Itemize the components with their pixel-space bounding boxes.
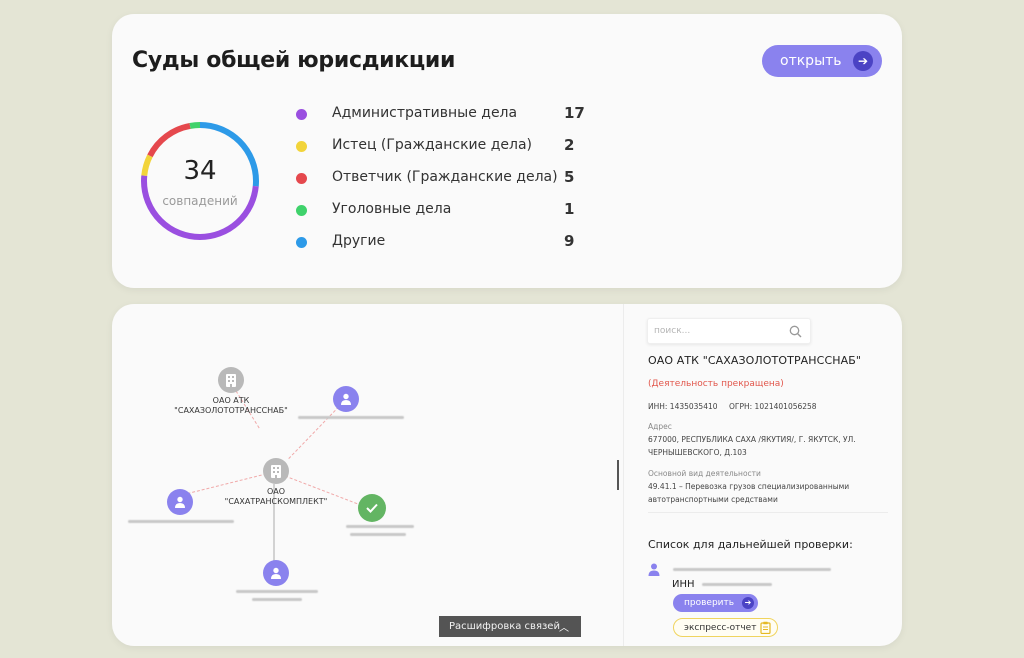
company-node-label: ОАО АТК "САХАЗОЛОТОТРАНССНАБ"	[174, 396, 288, 415]
check-icon	[366, 503, 378, 513]
legend-dot	[296, 173, 307, 184]
express-report-label: экспресс-отчет	[684, 622, 757, 633]
legend-item-defendant: Ответчик (Гражданские дела) 5	[296, 168, 596, 189]
legend-value: 5	[564, 168, 575, 186]
person-icon	[175, 496, 185, 508]
person-node[interactable]	[167, 489, 193, 515]
company-status: (Деятельность прекращена)	[648, 379, 784, 389]
person-node[interactable]	[333, 386, 359, 412]
decode-connections-label: Расшифровка связей	[449, 621, 560, 632]
address-label: Адрес	[648, 422, 672, 431]
search-icon[interactable]	[789, 325, 802, 338]
arrow-right-icon: ➔	[742, 597, 754, 609]
company-node-label: ОАО "САХАТРАНСКОМПЛЕКТ"	[224, 487, 328, 506]
verify-button-label: проверить	[684, 598, 735, 608]
search-box	[647, 318, 811, 344]
company-ogrn: ОГРН: 1021401056258	[729, 402, 817, 411]
legend-label: Ответчик (Гражданские дела)	[332, 169, 558, 185]
verify-button[interactable]: проверить ➔	[673, 594, 758, 612]
verified-node[interactable]	[358, 494, 386, 522]
decode-connections-toggle[interactable]: Расшифровка связей ︿	[439, 616, 581, 637]
legend-dot	[296, 109, 307, 120]
legend-item-plaintiff: Истец (Гражданские дела) 2	[296, 136, 596, 157]
connections-card: ОАО АТК "САХАЗОЛОТОТРАНССНАБ" ОАО "САХАТ…	[112, 304, 902, 646]
inn-prefix: ИНН	[672, 579, 695, 590]
legend-item-other: Другие 9	[296, 232, 596, 253]
redacted-text	[128, 520, 234, 523]
redacted-text	[346, 525, 414, 528]
company-name: ОАО АТК "САХАЗОЛОТОТРАНССНАБ"	[648, 354, 862, 367]
redacted-text	[236, 590, 318, 593]
company-address: 677000, РЕСПУБЛИКА САХА /ЯКУТИЯ/, Г. ЯКУ…	[648, 435, 856, 457]
legend-label: Истец (Гражданские дела)	[332, 137, 533, 153]
matches-total-label: совпадений	[162, 194, 238, 208]
matches-total: 34	[183, 156, 217, 186]
legend-item-administrative: Административные дела 17	[296, 104, 596, 125]
legend-value: 9	[564, 232, 575, 250]
person-icon	[341, 393, 351, 405]
activity-label: Основной вид деятельности	[648, 469, 761, 478]
express-report-button[interactable]: экспресс-отчет	[673, 618, 778, 637]
legend-item-criminal: Уголовные дела 1	[296, 200, 596, 221]
legend-label: Административные дела	[332, 105, 518, 121]
divider	[648, 512, 888, 513]
legend-label: Другие	[332, 233, 386, 249]
chevron-up-icon: ︿	[559, 623, 569, 634]
person-icon	[648, 563, 660, 576]
redacted-text	[702, 583, 772, 586]
redacted-text	[298, 416, 404, 419]
open-button[interactable]: открыть ➔	[762, 45, 882, 77]
check-list-title: Список для дальнейшей проверки:	[648, 538, 853, 551]
open-button-label: открыть	[780, 53, 842, 69]
legend-label: Уголовные дела	[332, 201, 452, 217]
redacted-text	[252, 598, 302, 601]
redacted-text	[350, 533, 406, 536]
company-node[interactable]	[218, 367, 244, 393]
legend-dot	[296, 141, 307, 152]
arrow-right-icon: ➔	[853, 51, 873, 71]
clipboard-icon	[760, 621, 771, 634]
panel-divider	[623, 304, 624, 646]
company-activity: 49.41.1 – Перевозка грузов специализиров…	[648, 482, 850, 504]
panel-resize-handle[interactable]	[617, 460, 619, 490]
search-input[interactable]	[654, 326, 784, 336]
legend-value: 1	[564, 200, 575, 218]
building-icon	[226, 373, 236, 387]
courts-card: Суды общей юрисдикции открыть ➔ 34 совпа…	[112, 14, 902, 288]
courts-title: Суды общей юрисдикции	[132, 48, 456, 73]
redacted-text	[673, 568, 831, 571]
legend-dot	[296, 237, 307, 248]
building-icon	[271, 464, 281, 478]
legend-value: 17	[564, 104, 585, 122]
company-inn: ИНН: 1435035410	[648, 402, 718, 411]
legend-dot	[296, 205, 307, 216]
company-node[interactable]	[263, 458, 289, 484]
legend-value: 2	[564, 136, 575, 154]
person-node[interactable]	[263, 560, 289, 586]
person-icon	[271, 567, 281, 579]
